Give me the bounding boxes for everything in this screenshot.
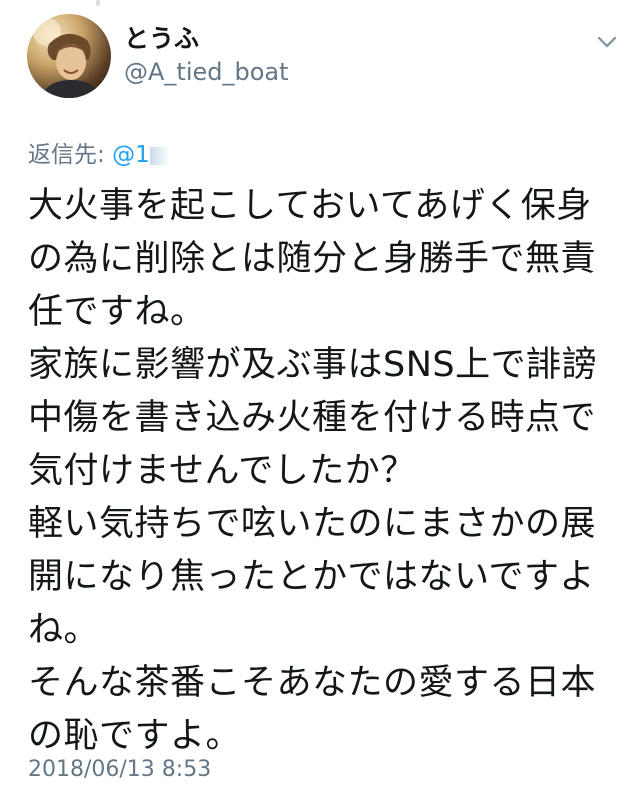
tweet-text-line: ね。: [28, 610, 100, 650]
avatar-image: [33, 18, 101, 98]
tweet-text-line: そんな茶番こそあなたの愛する日本: [28, 663, 597, 703]
tweet-text-line: 大火事を起こしておいてあげく保身: [28, 186, 592, 226]
chevron-down-icon[interactable]: [596, 34, 618, 50]
tweet-text: 大火事を起こしておいてあげく保身 の為に削除とは随分と身勝手で無責 任ですね。 …: [28, 180, 618, 763]
tweet-text-line: 任ですね。: [28, 292, 206, 332]
tweet-text-line: 軽い気持ちで呟いたのにまさかの展: [28, 504, 597, 544]
display-name[interactable]: とうふ: [124, 24, 199, 54]
reply-mention-link[interactable]: @1: [112, 142, 150, 168]
redacted-mention: [149, 146, 170, 165]
tweet-card: とうふ @A_tied_boat 返信先: @1 大火事を起こしておいてあげく保…: [0, 0, 642, 800]
tweet-text-line: 開になり焦ったとかではないですよ: [28, 557, 595, 597]
tweet-text-line: の為に削除とは随分と身勝手で無責: [28, 239, 597, 279]
user-handle[interactable]: @A_tied_boat: [124, 58, 289, 86]
tweet-text-line: 気付けませんでしたか？: [28, 451, 416, 491]
tweet-text-line: 家族に影響が及ぶ事はSNS上で誹謗: [28, 345, 598, 385]
tweet-timestamp[interactable]: 2018/06/13 8:53: [28, 756, 211, 784]
thread-connector: [96, 0, 100, 6]
reply-label: 返信先:: [28, 142, 105, 168]
avatar[interactable]: [27, 14, 111, 98]
reply-context: 返信先: @1: [28, 141, 170, 169]
tweet-text-line: 中傷を書き込み火種を付ける時点で: [28, 398, 597, 438]
